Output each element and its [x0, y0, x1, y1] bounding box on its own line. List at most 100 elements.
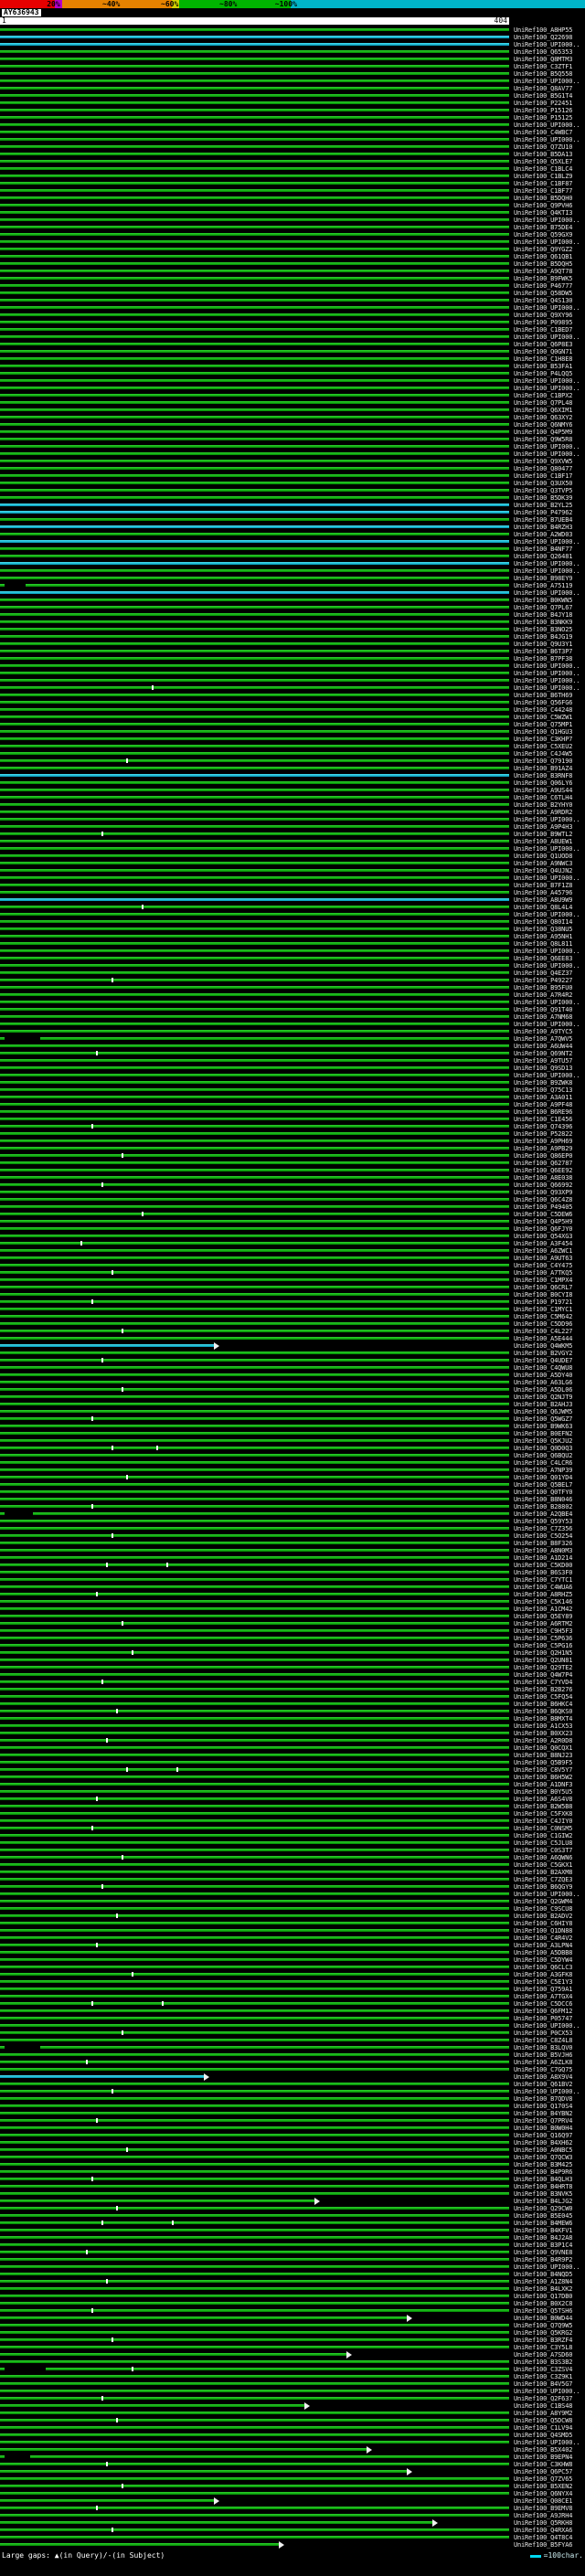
alignment-bar[interactable] — [0, 2397, 509, 2400]
alignment-bar[interactable] — [0, 1081, 509, 1084]
alignment-bar[interactable] — [0, 2265, 509, 2268]
alignment-bar[interactable] — [0, 1980, 509, 1983]
alignment-bar[interactable] — [0, 1023, 509, 1025]
hit-row[interactable]: UniRef100_A5DL06 — [0, 1386, 585, 1394]
hit-row[interactable]: UniRef100_UPI000.. — [0, 911, 585, 918]
hit-label[interactable]: UniRef100_B8F326 — [514, 1541, 572, 1547]
alignment-bar[interactable] — [0, 36, 509, 38]
alignment-bar[interactable] — [0, 832, 509, 835]
alignment-bar[interactable] — [0, 2543, 280, 2546]
hit-row[interactable]: UniRef100_Q4W7P4 — [0, 1671, 585, 1679]
hit-row[interactable]: UniRef100_B9WK63 — [0, 1423, 585, 1430]
hit-row[interactable]: UniRef100_C1E456 — [0, 1116, 585, 1123]
hit-label[interactable]: UniRef100_B2YHY0 — [514, 802, 572, 809]
hit-label[interactable]: UniRef100_B53FA1 — [514, 364, 572, 370]
alignment-bar[interactable] — [0, 1096, 509, 1098]
hit-label[interactable]: UniRef100_Q93XP9 — [514, 1190, 572, 1196]
alignment-bar[interactable] — [0, 2039, 509, 2041]
hit-row[interactable]: UniRef100_B4JY18 — [0, 611, 585, 619]
hit-row[interactable]: UniRef100_UPI000.. — [0, 304, 585, 312]
alignment-bar[interactable] — [0, 2031, 509, 2034]
hit-label[interactable]: UniRef100_A75119 — [514, 583, 572, 589]
hit-label[interactable]: UniRef100_C44248 — [514, 707, 572, 714]
alignment-bar[interactable] — [0, 1739, 509, 1742]
alignment-bar[interactable] — [0, 101, 509, 104]
alignment-bar[interactable] — [0, 562, 509, 565]
hit-row[interactable]: UniRef100_B3NO25 — [0, 626, 585, 633]
hit-row[interactable]: UniRef100_A1CX53 — [0, 1723, 585, 1730]
hit-row[interactable]: UniRef100_UPI000.. — [0, 1021, 585, 1028]
hit-row[interactable]: UniRef100_Q9XY96 — [0, 312, 585, 319]
alignment-bar[interactable] — [0, 2141, 509, 2144]
hit-label[interactable]: UniRef100_Q3TVP5 — [514, 488, 572, 494]
hit-row[interactable]: UniRef100_B9FWK5 — [0, 275, 585, 282]
alignment-bar[interactable] — [0, 1863, 509, 1866]
hit-label[interactable]: UniRef100_Q4RXA6 — [514, 2528, 572, 2534]
hit-row[interactable]: UniRef100_A9UT63 — [0, 1255, 585, 1262]
alignment-bar[interactable] — [0, 2287, 509, 2290]
hit-row[interactable]: UniRef100_B6T3P7 — [0, 648, 585, 655]
hit-row[interactable]: UniRef100_B9EMV8 — [0, 2505, 585, 2512]
hit-label[interactable]: UniRef100_A1Z8N4 — [514, 2279, 572, 2285]
alignment-bar[interactable] — [0, 343, 509, 345]
hit-label[interactable]: UniRef100_B6T3P7 — [514, 649, 572, 655]
hit-row[interactable]: UniRef100_B0WD44 — [0, 2315, 585, 2322]
alignment-bar[interactable] — [0, 1754, 509, 1756]
hit-row[interactable]: UniRef100_Q2NJT9 — [0, 1394, 585, 1401]
alignment-bar[interactable] — [0, 1951, 509, 1954]
hit-row[interactable]: UniRef100_C7GQ75 — [0, 2066, 585, 2073]
alignment-bar[interactable] — [0, 2382, 509, 2385]
hit-label[interactable]: UniRef100_Q4UJN2 — [514, 868, 572, 875]
hit-label[interactable]: UniRef100_C1H8E8 — [514, 356, 572, 363]
hit-label[interactable]: UniRef100_B2W5B8 — [514, 1804, 572, 1810]
alignment-bar[interactable] — [0, 2470, 408, 2473]
alignment-bar[interactable] — [0, 2360, 509, 2363]
alignment-bar[interactable] — [0, 1571, 509, 1574]
hit-row[interactable]: UniRef100_A9NWC3 — [0, 860, 585, 867]
hit-label[interactable]: UniRef100_B6RE96 — [514, 1109, 572, 1116]
alignment-bar[interactable] — [0, 496, 509, 499]
hit-row[interactable]: UniRef100_C1MYC1 — [0, 1306, 585, 1313]
alignment-bar[interactable] — [0, 847, 509, 850]
alignment-bar[interactable] — [0, 379, 509, 382]
hit-row[interactable]: UniRef100_Q06LY6 — [0, 779, 585, 787]
hit-row[interactable]: UniRef100_C0S3T7 — [0, 1847, 585, 1854]
hit-label[interactable]: UniRef100_A0NBC5 — [514, 2147, 572, 2154]
alignment-bar[interactable] — [0, 416, 509, 419]
hit-row[interactable]: UniRef100_Q9SD13 — [0, 1065, 585, 1072]
hit-label[interactable]: UniRef100_B4NF77 — [514, 546, 572, 553]
hit-label[interactable]: UniRef100_Q80I14 — [514, 919, 572, 926]
hit-row[interactable]: UniRef100_UPI000.. — [0, 2439, 585, 2446]
alignment-bar[interactable] — [0, 2324, 509, 2327]
hit-row[interactable]: UniRef100_Q1HGU3 — [0, 728, 585, 736]
hit-label[interactable]: UniRef100_B3LQV0 — [514, 2045, 572, 2051]
hit-row[interactable]: UniRef100_C4Y475 — [0, 1262, 585, 1269]
hit-label[interactable]: UniRef100_Q6BQU2 — [514, 1453, 572, 1459]
hit-row[interactable]: UniRef100_B2ADV2 — [0, 1913, 585, 1920]
alignment-bar[interactable] — [0, 971, 509, 974]
hit-label[interactable]: UniRef100_Q91T40 — [514, 1007, 572, 1013]
hit-label[interactable]: UniRef100_B5XEN2 — [514, 2484, 572, 2490]
hit-row[interactable]: UniRef100_UPI000.. — [0, 567, 585, 575]
hit-label[interactable]: UniRef100_B0CYI8 — [514, 1292, 572, 1299]
hit-row[interactable]: UniRef100_B3RZF4 — [0, 2337, 585, 2344]
alignment-bar[interactable] — [0, 2463, 509, 2465]
hit-label[interactable]: UniRef100_Q65353 — [514, 49, 572, 56]
alignment-bar[interactable] — [0, 913, 509, 916]
alignment-bar[interactable] — [0, 1447, 509, 1449]
alignment-bar[interactable] — [0, 445, 509, 448]
alignment-bar[interactable] — [0, 335, 509, 338]
alignment-bar[interactable] — [0, 65, 509, 68]
hit-label[interactable]: UniRef100_Q9YGZ2 — [514, 247, 572, 253]
hit-row[interactable]: UniRef100_Q22698 — [0, 34, 585, 41]
hit-row[interactable]: UniRef100_UPI000.. — [0, 677, 585, 684]
alignment-bar[interactable] — [0, 1132, 509, 1135]
hit-row[interactable]: UniRef100_Q7PL67 — [0, 604, 585, 611]
alignment-bar[interactable] — [0, 723, 509, 726]
alignment-bar[interactable] — [0, 1505, 509, 1508]
alignment-bar[interactable] — [0, 438, 509, 440]
hit-label[interactable]: UniRef100_B0W0H4 — [514, 2125, 572, 2132]
alignment-bar[interactable] — [0, 2404, 305, 2407]
hit-label[interactable]: UniRef100_A9P4H3 — [514, 824, 572, 831]
hit-label[interactable]: UniRef100_Q59GX9 — [514, 232, 572, 239]
